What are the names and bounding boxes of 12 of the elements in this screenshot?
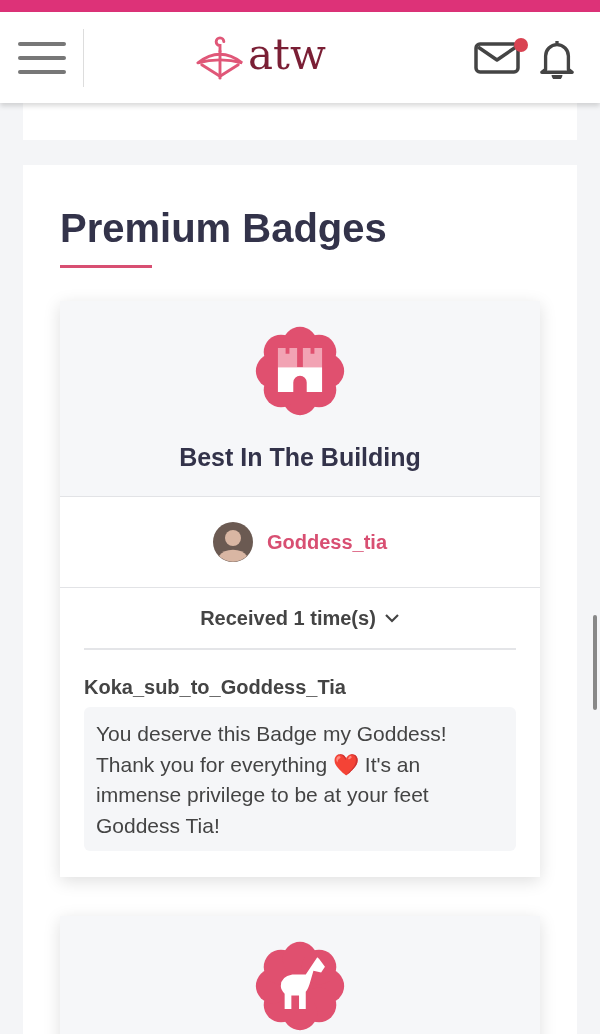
received-toggle[interactable]: Received 1 time(s) xyxy=(84,588,516,650)
hanger-icon xyxy=(196,33,244,82)
message-text: You deserve this Badge my Goddess! Thank you for everything ❤ It's an immense privilege to be at your feet Goddess Tia! xyxy=(84,707,516,851)
avatar xyxy=(212,522,253,562)
mail-icon[interactable] xyxy=(474,41,520,74)
message-author: Koka_sub_to_Goddess_Tia xyxy=(84,676,347,699)
logo-text[interactable]: atw xyxy=(248,33,326,76)
recipient-link[interactable]: Goddess_tia xyxy=(266,530,387,554)
menu-icon[interactable] xyxy=(18,39,66,76)
badge-title: Best In The Building xyxy=(179,443,421,472)
chevron-icon xyxy=(383,613,400,623)
section-title: Premium Badges xyxy=(60,205,388,252)
